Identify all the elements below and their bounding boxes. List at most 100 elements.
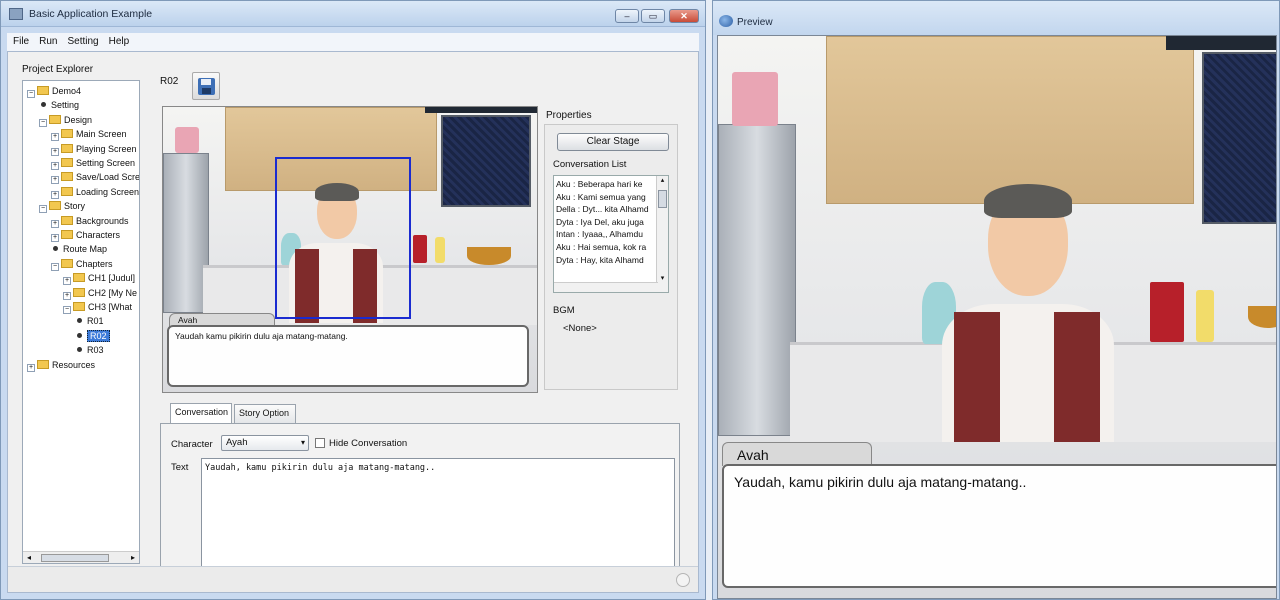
- selection-box[interactable]: [275, 157, 411, 319]
- tab-story-option[interactable]: Story Option: [234, 404, 296, 423]
- collapse-icon[interactable]: −: [63, 306, 71, 314]
- main-titlebar[interactable]: Basic Application Example ‒ ▭ ✕: [1, 1, 705, 27]
- range-hood: [1166, 36, 1276, 50]
- folder-icon: [61, 215, 73, 225]
- window-title: Basic Application Example: [29, 8, 153, 20]
- maximize-button[interactable]: ▭: [641, 9, 665, 23]
- scroll-up-arrow-icon[interactable]: ▴: [657, 176, 668, 184]
- bullet-icon: [53, 246, 58, 252]
- list-item[interactable]: Della : Dyt... kita Alhamd: [556, 203, 656, 215]
- tree-item-label: Main Screen: [76, 129, 127, 140]
- status-bar: [8, 566, 698, 592]
- list-item[interactable]: Intan : Iyaaa,, Alhamdu: [556, 228, 656, 240]
- preview-titlebar[interactable]: Preview: [713, 1, 1279, 35]
- close-button[interactable]: ✕: [669, 9, 699, 23]
- collapse-icon[interactable]: −: [51, 262, 59, 271]
- project-tree[interactable]: − Demo4 Setting − Design + Main Screen + Playing…: [22, 80, 140, 564]
- collapse-icon[interactable]: −: [27, 90, 35, 98]
- clear-stage-button[interactable]: Clear Stage: [557, 133, 669, 151]
- tree-item[interactable]: − Demo4: [27, 85, 81, 99]
- bgm-value: <None>: [563, 323, 597, 334]
- tree-item[interactable]: + Resources: [27, 359, 95, 373]
- floppy-disk-icon: [198, 78, 215, 95]
- app-icon: [9, 8, 23, 20]
- list-item[interactable]: Aku : Hai semua, kok ra: [556, 241, 656, 253]
- tree-item[interactable]: + Characters: [51, 229, 120, 243]
- save-button[interactable]: [192, 72, 220, 100]
- conversation-horizontal-scrollbar[interactable]: [554, 282, 658, 292]
- folder-icon: [61, 143, 73, 153]
- menu-help[interactable]: Help: [103, 33, 134, 47]
- expand-icon[interactable]: +: [51, 234, 59, 242]
- list-item[interactable]: Aku : Beberapa hari ke: [556, 178, 656, 190]
- expand-icon[interactable]: +: [51, 176, 59, 185]
- tree-item-label: R03: [87, 345, 104, 356]
- tree-item[interactable]: Route Map: [51, 243, 107, 257]
- menu-file[interactable]: File: [7, 33, 33, 47]
- bullet-icon: [77, 347, 82, 353]
- menu-setting[interactable]: Setting: [61, 33, 102, 47]
- folder-icon: [49, 201, 61, 211]
- tree-item[interactable]: + Setting Screen: [51, 157, 135, 171]
- tree-item-label: CH3 [What: [88, 302, 133, 312]
- list-item[interactable]: Dyta : Iya Del, aku juga: [556, 216, 656, 228]
- list-item[interactable]: Dyta : Hay, kita Alhamd: [556, 254, 656, 266]
- tree-item[interactable]: Setting: [39, 99, 79, 113]
- tree-horizontal-scrollbar[interactable]: ◂ ▸: [23, 551, 139, 563]
- dialog-text-area[interactable]: Yaudah, kamu pikirin dulu aja matang-mat…: [201, 458, 675, 568]
- red-bottle: [1150, 282, 1184, 342]
- character-label: Character: [171, 439, 213, 450]
- expand-icon[interactable]: +: [63, 291, 71, 300]
- main-window: Basic Application Example ‒ ▭ ✕ File Run S…: [0, 0, 706, 600]
- list-item[interactable]: Aku : Kami semua yang: [556, 191, 656, 203]
- properties-label: Properties: [546, 110, 592, 121]
- tab-conversation[interactable]: Conversation: [170, 403, 232, 424]
- character-sprite: [928, 176, 1128, 442]
- tree-item[interactable]: + Loading Screen: [51, 186, 139, 200]
- tree-item-label: Backgrounds: [76, 215, 129, 226]
- folder-icon: [73, 302, 85, 311]
- preview-stage[interactable]: Avah Yaudah, kamu pikirin dulu aja matan…: [717, 35, 1277, 599]
- expand-icon[interactable]: +: [51, 162, 59, 170]
- preview-title: Preview: [737, 17, 773, 28]
- conversation-vertical-scrollbar[interactable]: ▴ ▾: [656, 176, 668, 292]
- preview-dialog-name-tab: Avah: [722, 442, 872, 466]
- expand-icon[interactable]: +: [63, 277, 71, 286]
- tree-item[interactable]: + Playing Screen: [51, 143, 137, 157]
- tree-item[interactable]: + CH1 [Judul]: [63, 272, 135, 286]
- dark-window: [441, 115, 531, 207]
- tree-item[interactable]: − Chapters: [51, 258, 113, 272]
- expand-icon[interactable]: +: [51, 190, 59, 199]
- character-select[interactable]: Ayah ▾: [221, 435, 309, 451]
- expand-icon[interactable]: +: [51, 133, 59, 142]
- tree-item[interactable]: − Design: [39, 114, 92, 128]
- tree-item[interactable]: R03: [75, 344, 104, 358]
- tree-item[interactable]: + Save/Load Scre: [51, 171, 139, 185]
- minimize-button[interactable]: ‒: [615, 9, 639, 23]
- expand-icon[interactable]: +: [51, 219, 59, 228]
- expand-icon[interactable]: +: [27, 363, 35, 372]
- scroll-down-arrow-icon[interactable]: ▾: [657, 274, 668, 282]
- expand-icon[interactable]: +: [51, 147, 59, 156]
- tree-item[interactable]: + CH2 [My Ne: [63, 287, 137, 301]
- tree-item[interactable]: R02: [75, 329, 110, 344]
- tree-item[interactable]: − CH3 [What: [63, 301, 132, 315]
- scroll-right-arrow-icon[interactable]: ▸: [127, 552, 139, 563]
- tree-item[interactable]: R01: [75, 315, 104, 329]
- hide-conversation-checkbox[interactable]: [315, 438, 325, 448]
- folder-icon: [61, 172, 73, 182]
- scroll-thumb[interactable]: [41, 554, 109, 562]
- scroll-left-arrow-icon[interactable]: ◂: [23, 552, 35, 563]
- collapse-icon[interactable]: −: [39, 118, 47, 127]
- tree-item-label: Chapters: [76, 258, 113, 269]
- tree-item[interactable]: − Story: [39, 200, 85, 214]
- folder-icon: [61, 158, 73, 167]
- scroll-thumb[interactable]: [658, 190, 667, 208]
- scene-canvas[interactable]: Avah Yaudah kamu pikirin dulu aja matang…: [162, 106, 538, 393]
- tree-item[interactable]: + Main Screen: [51, 128, 127, 142]
- folder-icon: [37, 86, 49, 95]
- menu-run[interactable]: Run: [33, 33, 61, 47]
- conversation-list[interactable]: Aku : Beberapa hari ke Aku : Kami semua y…: [553, 175, 669, 293]
- tree-item[interactable]: + Backgrounds: [51, 215, 129, 229]
- collapse-icon[interactable]: −: [39, 205, 47, 214]
